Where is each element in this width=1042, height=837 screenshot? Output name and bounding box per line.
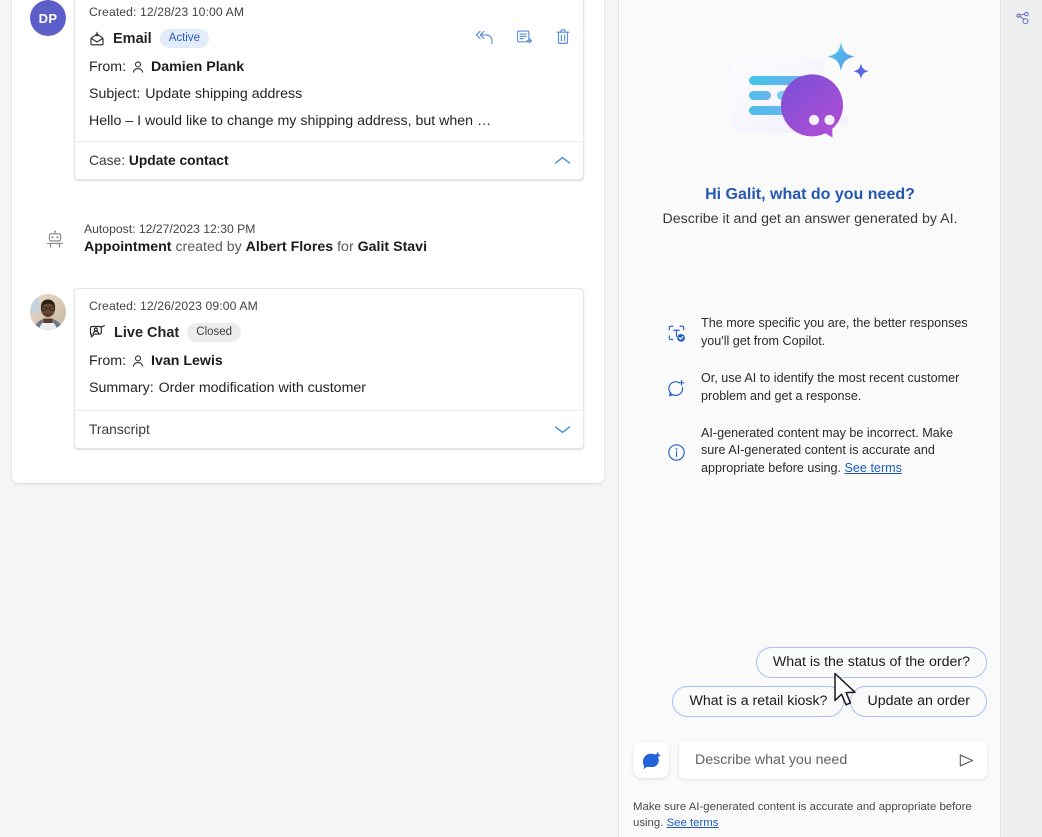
livechat-transcript-label: Transcript — [89, 422, 150, 438]
avatar — [30, 294, 66, 330]
reply-all-button[interactable] — [475, 29, 494, 46]
tip-item: The more specific you are, the better re… — [665, 315, 975, 351]
livechat-created-label: Created: — [89, 299, 137, 313]
email-snippet: Hello – I would like to change my shippi… — [89, 113, 492, 130]
email-created-line: Created: 12/28/23 10:00 AM — [89, 5, 569, 19]
scan-check-icon — [665, 315, 687, 351]
autopost-date-line: Autopost: 12/27/2023 12:30 PM — [84, 222, 427, 236]
share-relationship-button[interactable] — [1009, 4, 1037, 32]
email-card-body: Created: 12/28/23 10:00 AM Email Active … — [75, 0, 583, 141]
tip-item: AI-generated content may be incorrect. M… — [665, 425, 975, 479]
copilot-panel: Hi Galit, what do you need? Describe it … — [618, 0, 1000, 837]
avatar-photo-image — [30, 294, 66, 330]
autopost-target: Galit Stavi — [357, 239, 428, 255]
copilot-hero: Hi Galit, what do you need? Describe it … — [619, 38, 1001, 227]
copilot-input-wrapper[interactable] — [679, 741, 987, 779]
copilot-greeting-title: Hi Galit, what do you need? — [705, 186, 915, 203]
info-icon — [665, 425, 687, 479]
see-terms-link[interactable]: See terms — [845, 461, 902, 475]
email-case-value: Update contact — [128, 153, 229, 169]
email-case-row[interactable]: Case: Update contact — [75, 141, 583, 180]
autopost-label: Autopost: — [84, 222, 136, 236]
share-relationship-icon — [1016, 11, 1029, 24]
livechat-created-line: Created: 12/26/2023 09:00 AM — [89, 299, 569, 313]
avatar: DP — [30, 0, 66, 36]
tip-item: Or, use AI to identify the most recent c… — [665, 370, 975, 406]
status-badge: Closed — [187, 323, 242, 343]
tip-text-body: AI-generated content may be incorrect. M… — [701, 425, 954, 476]
autopost-verb: created by — [175, 239, 242, 255]
email-created-label: Created: — [89, 5, 137, 19]
email-case-text: Case: Update contact — [89, 153, 229, 168]
email-from-row: From: Damien Plank — [89, 59, 569, 75]
copilot-disclaimer: Make sure AI-generated content is accura… — [633, 799, 981, 832]
email-card: Created: 12/28/23 10:00 AM Email Active … — [74, 0, 584, 181]
avatar-initials-text: DP — [38, 10, 58, 26]
livechat-created-value: 12/26/2023 09:00 AM — [140, 299, 258, 313]
livechat-type-label: Live Chat — [114, 324, 180, 341]
see-terms-link[interactable]: See terms — [667, 817, 719, 829]
copilot-composer — [633, 741, 987, 779]
app-root: DP Created: 12/28/23 10:00 AM Email Acti… — [0, 0, 1042, 837]
email-subject-row: Subject: Update shipping address — [89, 86, 569, 102]
live-chat-icon — [89, 324, 106, 341]
copilot-icon — [642, 751, 662, 770]
bot-icon — [46, 230, 64, 254]
email-type-label: Email — [113, 30, 152, 47]
email-subject-value: Update shipping address — [145, 86, 303, 103]
copilot-greeting-subtitle: Describe it and get an answer generated … — [662, 211, 958, 227]
copilot-icon-button[interactable] — [633, 742, 669, 778]
email-open-icon — [89, 31, 105, 47]
forward-button[interactable] — [516, 29, 533, 46]
livechat-from-label: From: — [89, 353, 127, 370]
email-subject-label: Subject: — [89, 86, 141, 103]
delete-button[interactable] — [555, 28, 571, 46]
chevron-down-icon[interactable] — [554, 424, 571, 435]
suggestion-chip-order-status[interactable]: What is the status of the order? — [755, 647, 987, 678]
livechat-card-body: Created: 12/26/2023 09:00 AM Live Chat C… — [75, 289, 583, 410]
livechat-card: Created: 12/26/2023 09:00 AM Live Chat C… — [74, 288, 584, 450]
chevron-up-icon[interactable] — [554, 155, 571, 166]
email-case-label: Case: — [89, 153, 126, 169]
chat-sparkle-icon — [665, 370, 687, 406]
send-button[interactable] — [956, 753, 977, 768]
tip-text: AI-generated content may be incorrect. M… — [701, 425, 975, 479]
suggestion-chip-row: What is the status of the order? — [633, 647, 987, 678]
ai-chat-sparkle-illustration — [731, 42, 869, 138]
livechat-from-row: From: Ivan Lewis — [89, 353, 569, 369]
status-badge: Active — [159, 29, 210, 49]
autopost-actor: Albert Flores — [245, 239, 334, 255]
suggestion-chip-retail-kiosk[interactable]: What is a retail kiosk? — [672, 686, 845, 717]
autopost-subject: Appointment — [84, 239, 172, 255]
autopost-preposition: for — [337, 239, 354, 255]
autopost-date: 12/27/2023 12:30 PM — [138, 222, 256, 236]
suggestion-chip-row: What is a retail kiosk? Update an order — [633, 686, 987, 717]
livechat-type-row: Live Chat Closed — [89, 323, 569, 343]
timeline-pane: DP Created: 12/28/23 10:00 AM Email Acti… — [0, 0, 618, 837]
right-rail — [1000, 0, 1042, 837]
tip-text: Or, use AI to identify the most recent c… — [701, 370, 960, 403]
email-from-label: From: — [89, 59, 127, 76]
livechat-transcript-row[interactable]: Transcript — [75, 410, 583, 449]
livechat-from-value: Ivan Lewis — [151, 353, 223, 370]
copilot-describe-input[interactable] — [693, 751, 956, 769]
tip-text: The more specific you are, the better re… — [701, 316, 968, 348]
livechat-summary-value: Order modification with customer — [158, 380, 367, 397]
livechat-summary-row: Summary: Order modification with custome… — [89, 380, 569, 396]
livechat-summary-label: Summary: — [89, 380, 154, 397]
autopost-text: Autopost: 12/27/2023 12:30 PM Appointmen… — [84, 222, 427, 255]
person-icon — [131, 354, 145, 368]
suggestion-chips: What is the status of the order? What is… — [619, 647, 1001, 725]
copilot-tips: The more specific you are, the better re… — [665, 315, 975, 497]
email-from-value: Damien Plank — [151, 59, 245, 76]
autopost-description: Appointment created by Albert Flores for… — [84, 239, 427, 255]
person-icon — [131, 60, 145, 74]
suggestion-chip-update-order[interactable]: Update an order — [850, 686, 987, 717]
email-actions — [475, 28, 571, 46]
timeline-card: DP Created: 12/28/23 10:00 AM Email Acti… — [12, 0, 604, 483]
email-created-value: 12/28/23 10:00 AM — [140, 5, 245, 19]
